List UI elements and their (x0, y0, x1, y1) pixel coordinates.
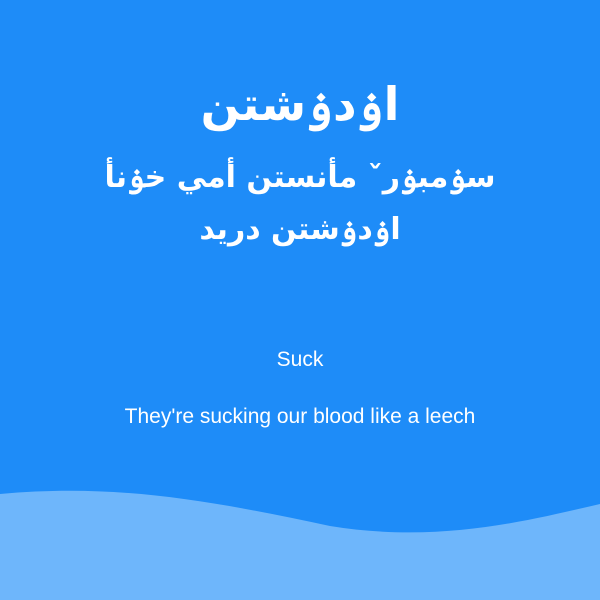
card-title: اۏدۏشتن (200, 77, 400, 131)
example-sentence: They're sucking our blood like a leech (124, 405, 476, 428)
wave-shape (0, 490, 600, 600)
english-word: Suck (276, 348, 324, 371)
wave-decoration (0, 490, 600, 600)
card-subtitle: سۏمبۏرˇ مأنستن أمي خۏنأ اۏدۏشتن دريد (104, 160, 496, 247)
flashcard: اۏدۏشتن سۏمبۏرˇ مأنستن أمي خۏنأ اۏدۏشتن … (0, 0, 600, 600)
